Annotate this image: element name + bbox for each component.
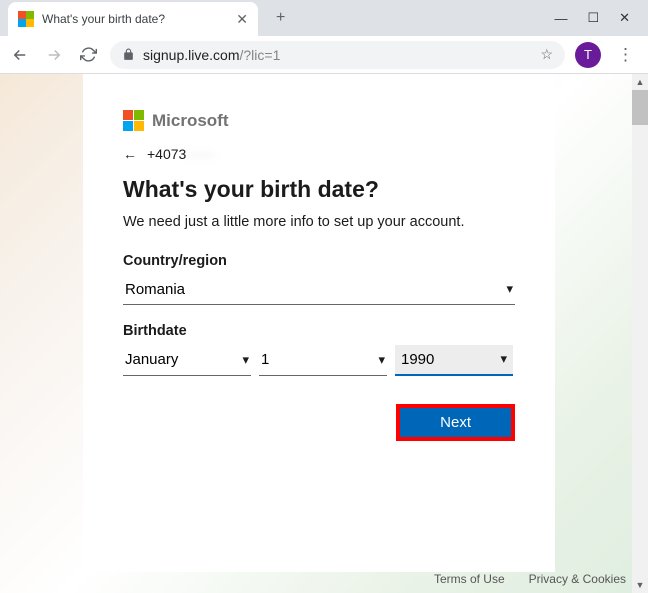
footer-links: Terms of Use Privacy & Cookies (434, 565, 626, 593)
birth-month-select[interactable]: January ▾ (123, 345, 251, 376)
ms-favicon (18, 11, 34, 27)
tab-title: What's your birth date? (42, 12, 228, 26)
identity-back-row: ← +4073······ (123, 146, 515, 162)
next-button[interactable]: Next (396, 404, 515, 441)
birth-month-value: January (125, 351, 178, 368)
nav-forward-icon (42, 43, 66, 67)
window-maximize-icon[interactable]: ☐ (587, 10, 599, 26)
window-controls: — ☐ ✕ (554, 0, 648, 36)
bookmark-star-icon[interactable]: ☆ (540, 46, 553, 63)
new-tab-button[interactable]: + (268, 5, 293, 31)
chevron-down-icon: ▾ (242, 352, 249, 368)
back-arrow-icon[interactable]: ← (123, 146, 137, 162)
scrollbar[interactable]: ▲ ▼ (632, 74, 648, 593)
scroll-down-icon[interactable]: ▼ (632, 577, 648, 593)
identity-phone: +4073······ (147, 146, 214, 162)
chevron-down-icon: ▾ (378, 352, 385, 368)
signup-card: Microsoft ← +4073······ What's your birt… (83, 74, 555, 572)
country-value: Romania (125, 281, 185, 298)
microsoft-logo-icon (123, 110, 145, 132)
terms-link[interactable]: Terms of Use (434, 572, 505, 586)
country-label: Country/region (123, 253, 515, 269)
chevron-down-icon: ▾ (506, 281, 513, 297)
birthdate-row: January ▾ 1 ▾ 1990 ▾ (123, 345, 515, 376)
birth-year-value: 1990 (401, 351, 434, 368)
nav-reload-icon[interactable] (76, 43, 100, 67)
browser-tab[interactable]: What's your birth date? ✕ (8, 2, 258, 36)
page-subtext: We need just a little more info to set u… (123, 213, 515, 233)
page-content: ▲ ▼ Microsoft ← +4073······ What's your … (0, 74, 648, 593)
page-heading: What's your birth date? (123, 176, 515, 203)
tab-bar: What's your birth date? ✕ + — ☐ ✕ (0, 0, 648, 36)
browser-menu-icon[interactable]: ⋮ (611, 45, 640, 65)
ms-brand-row: Microsoft (123, 110, 515, 132)
window-minimize-icon[interactable]: — (554, 11, 567, 26)
window-close-icon[interactable]: ✕ (619, 10, 630, 26)
url-bar: signup.live.com/?lic=1 ☆ T ⋮ (0, 36, 648, 74)
birth-year-select[interactable]: 1990 ▾ (395, 345, 513, 376)
lock-icon (122, 48, 135, 61)
birthdate-label: Birthdate (123, 323, 515, 339)
address-bar[interactable]: signup.live.com/?lic=1 ☆ (110, 41, 565, 69)
birth-day-select[interactable]: 1 ▾ (259, 345, 387, 376)
scroll-up-icon[interactable]: ▲ (632, 74, 648, 90)
tab-close-icon[interactable]: ✕ (236, 11, 248, 28)
birth-day-value: 1 (261, 351, 269, 368)
actions-row: Next (123, 404, 515, 441)
url-text: signup.live.com/?lic=1 (143, 47, 280, 63)
country-select[interactable]: Romania ▾ (123, 275, 515, 305)
nav-back-icon[interactable] (8, 43, 32, 67)
chevron-down-icon: ▾ (500, 351, 507, 367)
profile-avatar[interactable]: T (575, 42, 601, 68)
scrollbar-thumb[interactable] (632, 90, 648, 125)
privacy-link[interactable]: Privacy & Cookies (529, 572, 626, 586)
ms-brand-name: Microsoft (152, 111, 229, 131)
